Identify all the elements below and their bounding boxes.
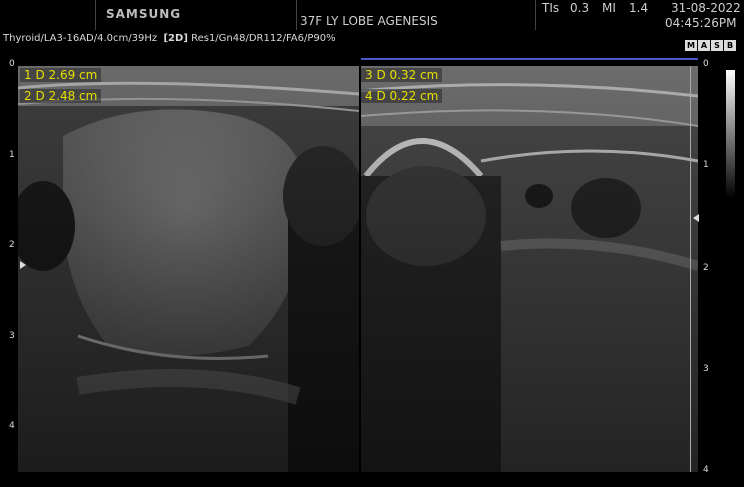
exam-time: 04:45:26PM (665, 16, 737, 30)
tis-label: TIs (542, 1, 560, 15)
active-image-indicator (361, 58, 698, 60)
header-divider (296, 0, 297, 30)
ultrasound-image-left (18, 66, 359, 472)
focus-marker-icon (20, 261, 26, 269)
depth-label: 1 (703, 160, 709, 170)
depth-label: 4 (703, 465, 709, 475)
header-divider (535, 0, 536, 30)
settings-text: Res1/Gn48/DR112/FA6/P90% (191, 33, 336, 44)
scan-edge-line (690, 66, 691, 472)
patient-note: 37F LY LOBE AGENESIS (300, 14, 438, 28)
status-icon: S (711, 40, 723, 51)
status-icon: M (685, 40, 697, 51)
mi-value: 1.4 (629, 1, 649, 15)
tis-value: 0.3 (570, 1, 590, 15)
exam-date: 31-08-2022 (671, 1, 741, 15)
depth-label: 0 (703, 59, 709, 69)
grayscale-bar (726, 70, 735, 198)
focus-marker-icon (693, 214, 699, 222)
measurement-4: 4 D 0.22 cm (361, 89, 443, 103)
depth-label: 1 (9, 150, 15, 160)
measurement-2: 2 D 2.48 cm (20, 89, 102, 103)
depth-label: 2 (9, 240, 15, 250)
depth-label: 3 (9, 331, 15, 341)
depth-label: 3 (703, 364, 709, 374)
depth-label: 2 (703, 263, 709, 273)
imaging-parameters: Thyroid/LA3-16AD/4.0cm/39Hz [2D] Res1/Gn… (3, 33, 336, 44)
status-icons: MASB (684, 33, 736, 52)
measurement-3: 3 D 0.32 cm (361, 68, 443, 82)
status-icon: B (724, 40, 736, 51)
depth-label: 0 (9, 59, 15, 69)
mode-text: [2D] (163, 33, 188, 44)
status-icon: A (698, 40, 710, 51)
depth-label: 4 (9, 421, 15, 431)
ultrasound-image-right (361, 66, 698, 472)
brand-logo: SAMSUNG (106, 7, 182, 21)
header-divider (95, 0, 96, 30)
preset-text: Thyroid/LA3-16AD/4.0cm/39Hz (3, 33, 158, 44)
mi-label: MI (602, 1, 616, 15)
measurement-1: 1 D 2.69 cm (20, 68, 102, 82)
